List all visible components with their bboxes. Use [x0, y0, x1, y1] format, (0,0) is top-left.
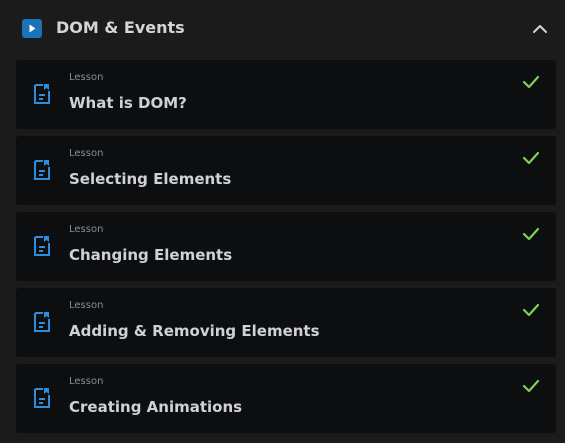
- lesson-item[interactable]: Lesson Changing Elements: [16, 212, 556, 281]
- lesson-type-label: Lesson: [69, 376, 104, 387]
- chevron-up-icon[interactable]: [531, 20, 549, 38]
- document-icon: [33, 82, 51, 106]
- check-icon: [521, 301, 541, 319]
- check-icon: [521, 225, 541, 243]
- lesson-title: Selecting Elements: [69, 170, 232, 188]
- lesson-title: What is DOM?: [69, 94, 187, 112]
- document-icon: [33, 234, 51, 258]
- lesson-type-label: Lesson: [69, 224, 104, 235]
- lesson-item[interactable]: Lesson What is DOM?: [16, 60, 556, 129]
- document-icon: [33, 386, 51, 410]
- document-icon: [33, 310, 51, 334]
- lesson-type-label: Lesson: [69, 300, 104, 311]
- lesson-item[interactable]: Lesson Selecting Elements: [16, 136, 556, 205]
- course-section-panel: DOM & Events Lesson What is DOM? Lesson …: [0, 0, 565, 443]
- document-icon: [33, 158, 51, 182]
- play-icon: [22, 19, 42, 38]
- section-header[interactable]: DOM & Events: [0, 0, 565, 58]
- lesson-item[interactable]: Lesson Adding & Removing Elements: [16, 288, 556, 357]
- lesson-title: Creating Animations: [69, 398, 243, 416]
- lesson-title: Changing Elements: [69, 246, 233, 264]
- check-icon: [521, 73, 541, 91]
- lesson-item[interactable]: Lesson Creating Animations: [16, 364, 556, 433]
- lesson-type-label: Lesson: [69, 72, 104, 83]
- lesson-type-label: Lesson: [69, 148, 104, 159]
- lesson-title: Adding & Removing Elements: [69, 322, 320, 340]
- check-icon: [521, 377, 541, 395]
- section-title: DOM & Events: [56, 18, 185, 37]
- check-icon: [521, 149, 541, 167]
